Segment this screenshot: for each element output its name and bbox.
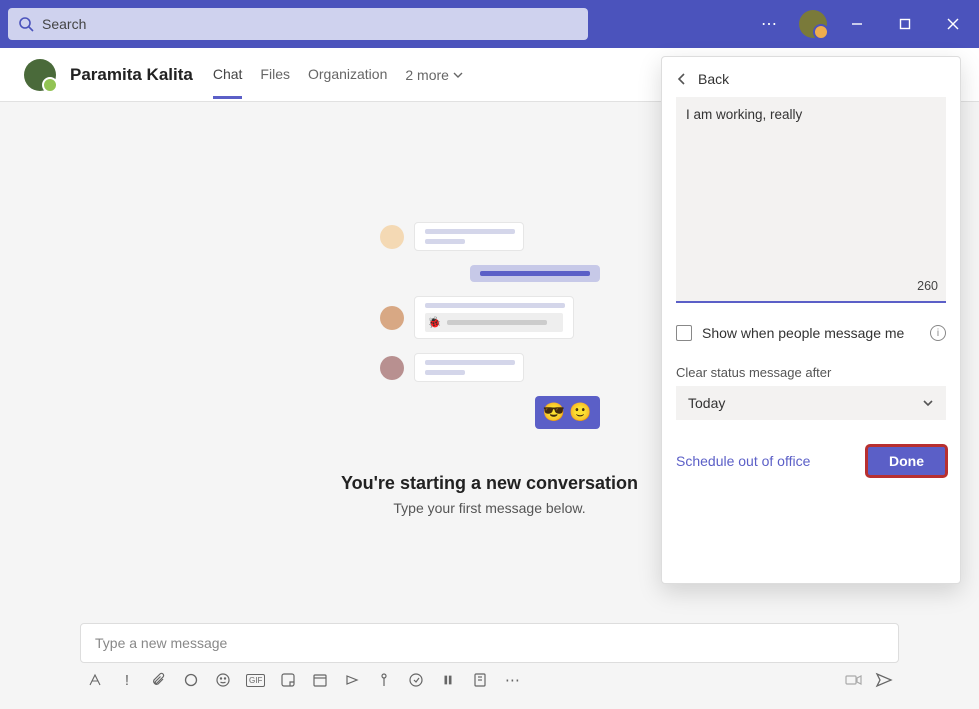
viva-icon[interactable]: [407, 671, 425, 689]
attach-icon[interactable]: [150, 671, 168, 689]
contact-name: Paramita Kalita: [70, 65, 193, 85]
current-user-avatar[interactable]: [799, 10, 827, 38]
approvals-icon[interactable]: [375, 671, 393, 689]
chat-tabs: Chat Files Organization 2 more: [213, 50, 463, 99]
show-when-messaged-label: Show when people message me: [702, 325, 904, 341]
search-input[interactable]: Search: [8, 8, 588, 40]
maximize-icon: [899, 18, 911, 30]
gif-icon[interactable]: GIF: [246, 674, 265, 687]
illus-emoji-icon: 😎🙂: [535, 396, 600, 429]
video-clip-icon[interactable]: [845, 671, 863, 689]
clear-after-select[interactable]: Today: [676, 386, 946, 420]
illus-avatar-icon: [380, 306, 404, 330]
close-icon: [947, 18, 959, 30]
empty-subtitle: Type your first message below.: [393, 500, 585, 516]
info-icon[interactable]: i: [930, 325, 946, 341]
schedule-icon[interactable]: [311, 671, 329, 689]
polls-icon[interactable]: [471, 671, 489, 689]
clear-after-value: Today: [688, 395, 725, 411]
sticker-icon[interactable]: [279, 671, 297, 689]
tab-chat[interactable]: Chat: [213, 50, 243, 99]
illus-avatar-icon: [380, 356, 404, 380]
status-panel: Back 260 Show when people message me i C…: [661, 56, 961, 584]
window-maximize-button[interactable]: [887, 6, 923, 42]
clear-after-label: Clear status message after: [676, 365, 946, 380]
tab-files[interactable]: Files: [260, 50, 290, 99]
back-button[interactable]: Back: [676, 71, 946, 87]
loop-icon[interactable]: [182, 671, 200, 689]
compose-placeholder: Type a new message: [95, 635, 227, 651]
compose-toolbar: ! GIF ⋯: [80, 663, 899, 697]
chevron-down-icon: [922, 397, 934, 409]
status-message-input[interactable]: [676, 97, 946, 303]
empty-title: You're starting a new conversation: [341, 473, 638, 494]
window-close-button[interactable]: [935, 6, 971, 42]
search-icon: [18, 16, 34, 32]
praise-icon[interactable]: [439, 671, 457, 689]
content-area: Paramita Kalita Chat Files Organization …: [0, 48, 979, 709]
show-when-messaged-checkbox[interactable]: [676, 325, 692, 341]
send-button[interactable]: [875, 671, 893, 689]
titlebar: Search ⋯: [0, 0, 979, 48]
char-count: 260: [917, 279, 938, 293]
window-minimize-button[interactable]: [839, 6, 875, 42]
contact-avatar[interactable]: [24, 59, 56, 91]
tabs-more-dropdown[interactable]: 2 more: [405, 50, 463, 99]
stream-icon[interactable]: [343, 671, 361, 689]
illus-avatar-icon: [380, 225, 404, 249]
more-actions-icon[interactable]: ⋯: [503, 671, 521, 689]
minimize-icon: [851, 18, 863, 30]
more-options-button[interactable]: ⋯: [751, 6, 787, 42]
tabs-more-label: 2 more: [405, 67, 449, 83]
chevron-left-icon: [676, 73, 688, 85]
compose-input[interactable]: Type a new message: [80, 623, 899, 663]
emoji-icon[interactable]: [214, 671, 232, 689]
search-placeholder: Search: [42, 16, 86, 32]
tab-organization[interactable]: Organization: [308, 50, 387, 99]
empty-illustration: 🐞 😎🙂: [380, 222, 600, 443]
back-label: Back: [698, 71, 729, 87]
done-button[interactable]: Done: [867, 446, 946, 476]
priority-icon[interactable]: !: [118, 671, 136, 689]
format-icon[interactable]: [86, 671, 104, 689]
chevron-down-icon: [453, 70, 463, 80]
schedule-out-of-office-link[interactable]: Schedule out of office: [676, 453, 810, 469]
compose-area: Type a new message ! GIF ⋯: [80, 623, 899, 697]
